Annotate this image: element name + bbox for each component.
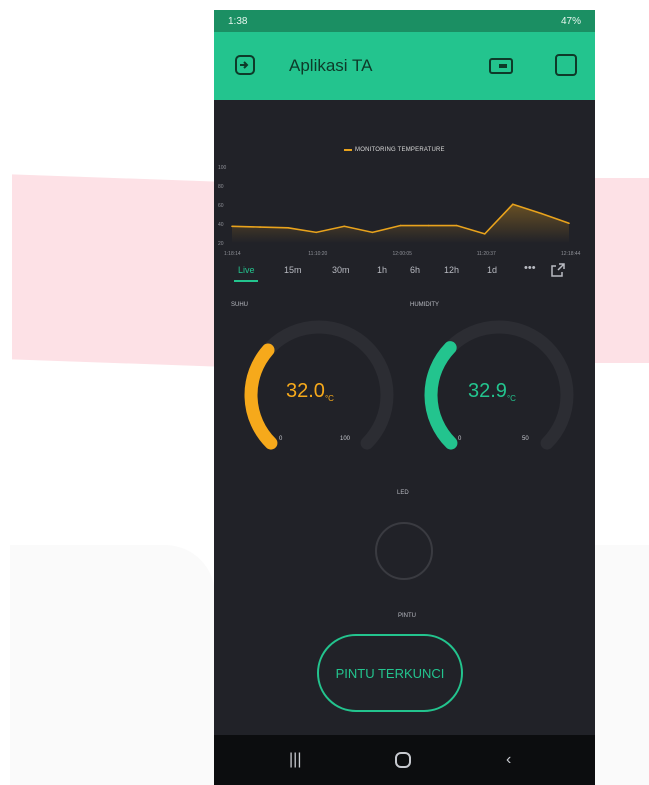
phone-screen: 1:38 47% Aplikasi TA MONITORING TEMPERAT…: [214, 10, 595, 785]
gauge-value-number: 32.9: [468, 380, 507, 402]
gauge-max: 100: [340, 436, 351, 442]
chart-point: [371, 231, 374, 234]
tab-1d[interactable]: 1d: [487, 265, 497, 275]
background-panel-right: [594, 545, 649, 785]
app-title: Aplikasi TA: [289, 56, 373, 75]
background-band-right: [590, 178, 649, 363]
device-icon[interactable]: [489, 57, 515, 75]
more-icon[interactable]: •••: [524, 262, 536, 274]
chart-point: [540, 212, 542, 215]
gauge-fill: [244, 343, 278, 450]
tab-30m[interactable]: 30m: [332, 265, 350, 275]
tab-15m[interactable]: 15m: [284, 265, 302, 275]
tab-6h[interactable]: 6h: [410, 265, 420, 275]
x-tick-label: 1:18:14: [224, 251, 241, 257]
x-tick-label: 12:00:05: [393, 251, 413, 257]
chart-point: [231, 225, 233, 228]
temperature-gauge[interactable]: 32.0°C 0 100: [234, 310, 404, 480]
time-tabs: Live 15m 30m 1h 6h 12h 1d •••: [232, 262, 582, 282]
chart-point: [427, 224, 430, 227]
gauge-fill: [424, 341, 458, 450]
chart-area: [232, 204, 569, 243]
gauge-unit: °C: [324, 394, 334, 403]
chart-point: [315, 231, 318, 234]
square-icon[interactable]: [554, 53, 578, 77]
home-icon[interactable]: [394, 751, 412, 769]
gauge-unit: °C: [506, 394, 516, 403]
tab-1h[interactable]: 1h: [377, 265, 387, 275]
y-tick-label: 100: [218, 165, 227, 171]
chart-point: [455, 224, 458, 227]
y-tick-label: 20: [218, 241, 224, 247]
temperature-chart[interactable]: 100 80 60 40 201:18:14 11:10:20 12:00:05 11:20:…: [214, 145, 595, 265]
chart-point: [399, 224, 402, 227]
background-band-left: [12, 174, 217, 367]
background-panel-left: [10, 545, 215, 785]
gauge-value-number: 32.0: [286, 380, 325, 402]
chart-point: [568, 222, 570, 225]
x-tick-label: 11:10:20: [308, 251, 327, 257]
chart-point: [343, 225, 346, 228]
led-label: LED: [397, 490, 409, 496]
chart-point: [483, 233, 486, 235]
gauge-min: 0: [279, 436, 283, 442]
x-tick-label: 11:20:37: [477, 251, 496, 257]
status-battery-text: 47%: [560, 15, 581, 27]
x-tick-label: 12:18:44: [561, 251, 581, 257]
y-tick-label: 80: [218, 184, 224, 190]
humidity-gauge[interactable]: 32.9°C 0 50: [414, 310, 584, 480]
gauge-value: 32.9°C: [468, 380, 516, 403]
chart-point: [287, 227, 289, 229]
navigation-bar: ||| ‹: [214, 735, 595, 785]
gauge-min: 0: [458, 436, 462, 442]
gauge-label-suhu: SUHU: [231, 302, 249, 308]
door-label: PINTU: [398, 613, 416, 619]
status-time: 1:38: [228, 15, 248, 27]
y-tick-label: 60: [218, 203, 224, 209]
led-indicator[interactable]: [375, 522, 433, 580]
chart-point: [512, 203, 514, 206]
exit-icon[interactable]: [234, 54, 256, 76]
external-link-icon[interactable]: [550, 262, 566, 278]
gauge-max: 50: [522, 436, 529, 442]
app-header: Aplikasi TA: [214, 32, 595, 100]
recent-apps-icon[interactable]: |||: [289, 751, 301, 769]
back-icon[interactable]: ‹: [506, 751, 511, 769]
door-lock-button[interactable]: PINTU TERKUNCI: [317, 634, 463, 712]
gauge-label-humidity: HUMIDITY: [410, 302, 439, 308]
tab-live[interactable]: Live: [238, 265, 255, 275]
tab-12h[interactable]: 12h: [444, 265, 459, 275]
chart-point: [259, 226, 261, 228]
status-bar: 1:38 47%: [214, 10, 595, 32]
gauge-value: 32.0°C: [286, 380, 334, 403]
y-tick-label: 40: [218, 222, 224, 228]
